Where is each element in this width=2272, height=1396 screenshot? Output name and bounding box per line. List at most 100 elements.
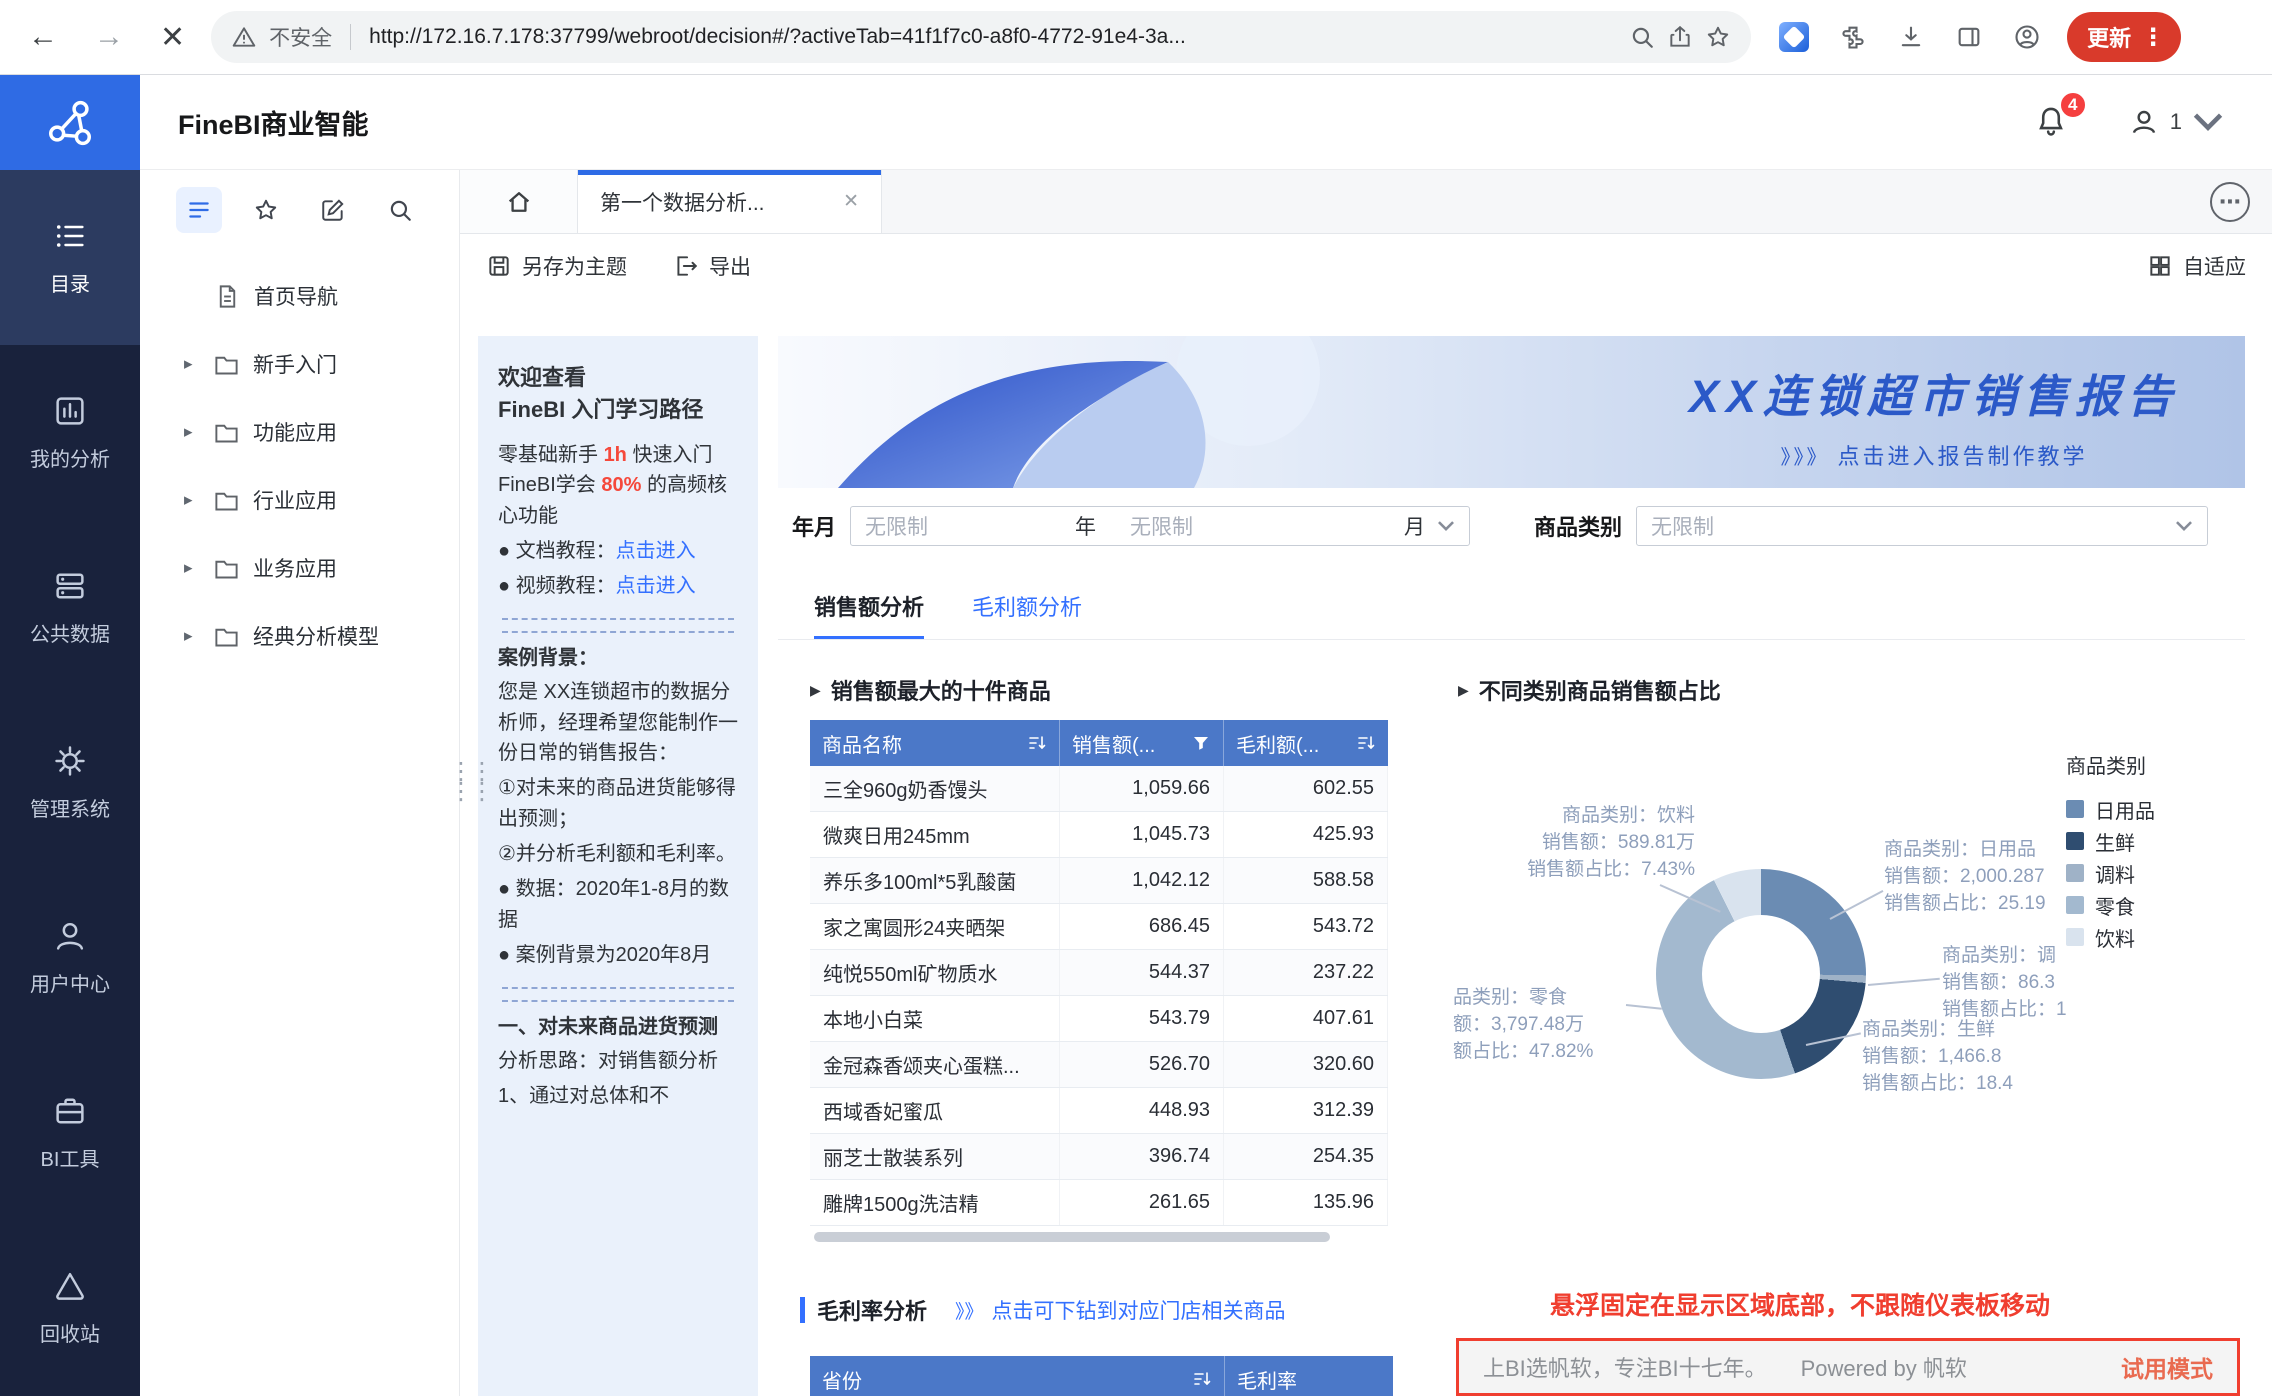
table-row[interactable]: 家之寓圆形24夹晒架686.45543.72 [810,904,1388,950]
browser-menu-icon[interactable]: ⋮ [2141,23,2165,52]
drilldown-link[interactable]: 》》点击可下钻到对应门店相关商品 [955,1295,1286,1325]
category-filter[interactable]: 无限制 [1636,506,2208,546]
browser-stop-button[interactable]: ✕ [160,20,185,55]
expand-caret-icon[interactable]: ▸ [184,422,204,442]
user-menu[interactable]: 1 [2128,106,2224,138]
tree-item-industry-apps[interactable]: ▸ 行业应用 [140,466,459,534]
video-tutorial-link[interactable]: 点击进入 [616,575,696,597]
recycle-bin-icon [52,1268,88,1304]
table-row[interactable]: 纯悦550ml矿物质水544.37237.22 [810,950,1388,996]
pinned-extension-icon[interactable] [1779,22,1809,52]
sidebar-item-user-center[interactable]: 用户中心 [0,870,140,1045]
table-horizontal-scrollbar[interactable] [814,1232,1384,1242]
banner-tutorial-link[interactable]: 》》》点击进入报告制作教学 [1689,439,2179,471]
search-tree-button[interactable] [377,187,423,233]
tree-item-business-apps[interactable]: ▸ 业务应用 [140,534,459,602]
browser-forward-button[interactable]: → [94,20,124,54]
sidebar-item-public-data[interactable]: 公共数据 [0,520,140,695]
sort-icon[interactable] [1192,1369,1212,1389]
table-row[interactable]: 丽芝士散装系列396.74254.35 [810,1134,1388,1180]
legend-item-drink[interactable]: 饮料 [2066,921,2155,953]
dashboard-content: 欢迎查看 FineBI 入门学习路径 零基础新手 1h 快速入门FineBI学会… [460,298,2272,1396]
column-header-sales[interactable]: 销售额(... [1060,720,1224,766]
favorites-button[interactable] [243,187,289,233]
legend-item-seasoning[interactable]: 调料 [2066,857,2155,889]
list-view-button[interactable] [176,187,222,233]
home-tab[interactable] [460,170,578,233]
sidebar-item-label: 回收站 [40,1318,100,1347]
sidebar-item-my-analysis[interactable]: 我的分析 [0,345,140,520]
expand-caret-icon[interactable]: ▸ [184,354,204,374]
trial-mode-link[interactable]: 试用模式 [2121,1350,2213,1384]
more-tabs-button[interactable]: ⋯ [2210,182,2250,222]
expand-caret-icon[interactable]: ▸ [184,626,204,646]
export-button[interactable]: 导出 [673,251,751,281]
donut-legend: 商品类别 日用品 生鲜 调料 零食 饮料 [2066,750,2155,953]
side-panel-icon[interactable] [1955,23,1983,51]
user-count: 1 [2170,109,2182,135]
sort-icon[interactable] [1027,733,1047,753]
tree-item-label: 业务应用 [253,553,337,583]
column-header-margin[interactable]: 毛利率 [1225,1356,1393,1396]
year-month-filter[interactable]: 无限制 年 无限制 月 [850,506,1470,546]
adaptive-label: 自适应 [2183,251,2246,281]
screen: ← → ✕ 不安全 http://172.16.7.178:37799/webr… [0,0,2272,1396]
legend-item-fresh[interactable]: 生鲜 [2066,825,2155,857]
bookmark-star-icon[interactable] [1705,24,1731,50]
close-tab-icon[interactable]: ✕ [843,190,859,213]
browser-back-button[interactable]: ← [28,20,58,54]
new-analysis-button[interactable] [310,187,356,233]
table-row[interactable]: 金冠森香颂夹心蛋糕...526.70320.60 [810,1042,1388,1088]
tree-item-home-nav[interactable]: 首页导航 [140,262,459,330]
table-row[interactable]: 微爽日用245mm1,045.73425.93 [810,812,1388,858]
legend-item-snack[interactable]: 零食 [2066,889,2155,921]
save-as-theme-label: 另存为主题 [522,251,627,281]
extensions-puzzle-icon[interactable] [1839,23,1867,51]
sort-icon[interactable] [1356,733,1376,753]
column-header-profit[interactable]: 毛利额(... [1224,720,1388,766]
table-row[interactable]: 本地小白菜543.79407.61 [810,996,1388,1042]
notifications-button[interactable]: 4 [2034,104,2070,140]
donut-chart-title: ▶ 不同类别商品销售额占比 [1458,674,1721,706]
tree-item-function-apps[interactable]: ▸ 功能应用 [140,398,459,466]
table-row[interactable]: 雕牌1500g洗洁精261.65135.96 [810,1180,1388,1226]
document-tab-bar: 第一个数据分析... ✕ ⋯ [460,170,2272,234]
table-row[interactable]: 三全960g奶香馒头1,059.66602.55 [810,766,1388,812]
export-icon [673,253,699,279]
column-header-province[interactable]: 省份 [810,1356,1225,1396]
tab-sales-analysis[interactable]: 销售额分析 [814,590,924,640]
category-donut-chart[interactable] [1656,869,1866,1079]
search-icon[interactable] [1629,24,1655,50]
app-logo[interactable] [0,75,140,170]
collapse-triangle-icon[interactable]: ▶ [1458,682,1469,699]
table-row[interactable]: 养乐多100ml*5乳酸菌1,042.12588.58 [810,858,1388,904]
sidebar-item-admin[interactable]: 管理系统 [0,695,140,870]
save-as-theme-button[interactable]: 另存为主题 [486,251,627,281]
adaptive-button[interactable]: 自适应 [2147,251,2246,281]
downloads-icon[interactable] [1897,23,1925,51]
category-value: 无限制 [1651,511,2163,541]
address-bar[interactable]: 不安全 http://172.16.7.178:37799/webroot/de… [211,11,1751,63]
doc-tutorial-link[interactable]: 点击进入 [616,540,696,562]
tab-first-analysis[interactable]: 第一个数据分析... ✕ [578,170,882,233]
panel-resize-handle[interactable]: ⋮⋮⋮⋮ [449,762,491,802]
tree-item-classic-models[interactable]: ▸ 经典分析模型 [140,602,459,670]
tree-item-label: 功能应用 [253,417,337,447]
filter-funnel-icon[interactable] [1191,733,1211,753]
browser-update-button[interactable]: 更新 ⋮ [2067,12,2181,62]
column-header-product[interactable]: 商品名称 [810,720,1060,766]
sidebar-item-bi-tools[interactable]: BI工具 [0,1045,140,1220]
table-row[interactable]: 西域香妃蜜瓜448.93312.39 [810,1088,1388,1134]
collapse-triangle-icon[interactable]: ▶ [810,682,821,699]
url-text[interactable]: http://172.16.7.178:37799/webroot/decisi… [369,25,1617,49]
tab-profit-analysis[interactable]: 毛利额分析 [972,590,1082,640]
legend-item-daily[interactable]: 日用品 [2066,793,2155,825]
profile-icon[interactable] [2013,23,2041,51]
tree-item-getting-started[interactable]: ▸ 新手入门 [140,330,459,398]
share-icon[interactable] [1667,24,1693,50]
expand-caret-icon[interactable]: ▸ [184,558,204,578]
expand-caret-icon[interactable]: ▸ [184,490,204,510]
sidebar-item-catalog[interactable]: 目录 [0,170,140,345]
main-sidebar: 目录 我的分析 公共数据 管理系统 用户中心 BI工具 回收站 [0,75,140,1396]
sidebar-item-recycle-bin[interactable]: 回收站 [0,1220,140,1395]
